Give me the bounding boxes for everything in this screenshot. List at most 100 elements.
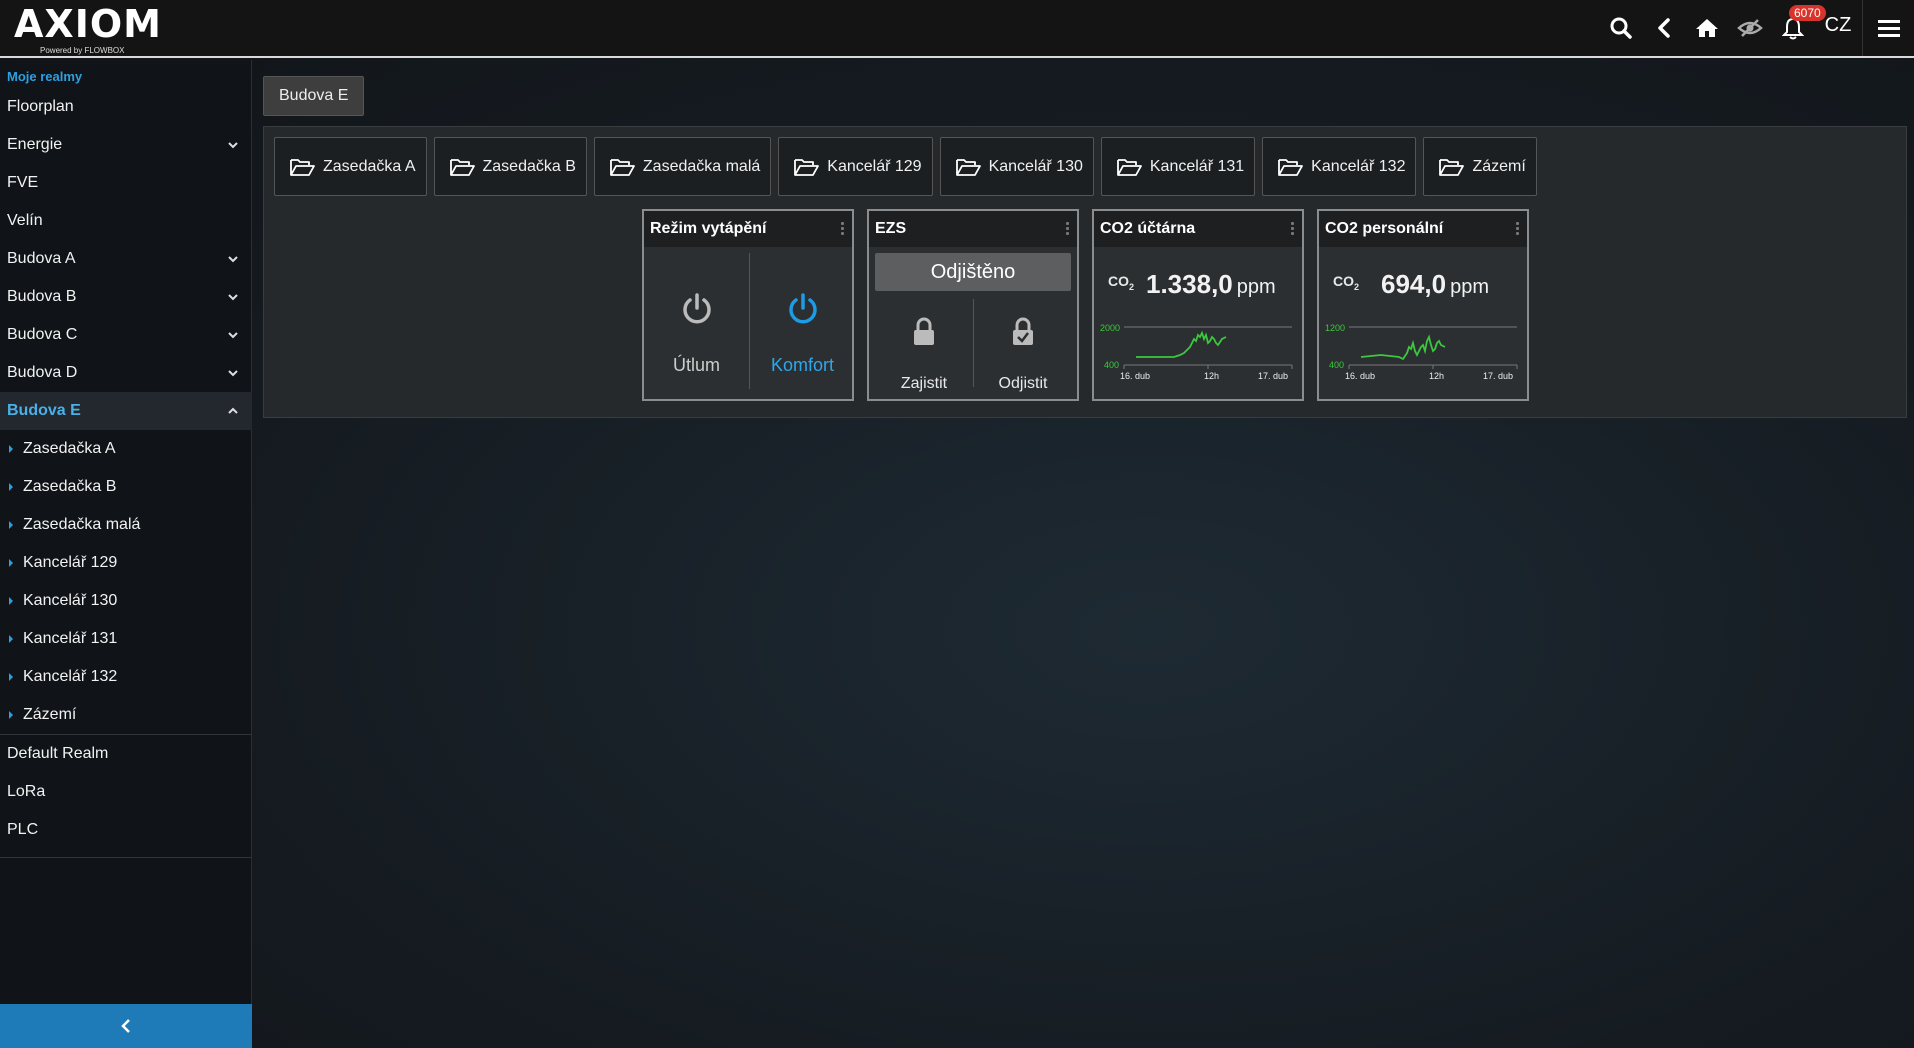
logo[interactable]: AXIOM Powered by FLOWBOX bbox=[14, 4, 164, 55]
sidebar-subitem[interactable]: Kancelář 130 bbox=[0, 582, 252, 620]
hamburger-menu-icon[interactable] bbox=[1862, 0, 1914, 56]
breadcrumb[interactable]: Budova E bbox=[263, 76, 365, 116]
sidebar-item-energie[interactable]: Energie bbox=[0, 126, 252, 164]
sidebar-item-budova-d[interactable]: Budova D bbox=[0, 354, 252, 392]
y-axis-min-label: 400 bbox=[1329, 360, 1344, 370]
unlock-button[interactable]: Odjistit bbox=[974, 301, 1072, 397]
heating-mode-widget: Režim vytápění Útlum Komfort bbox=[642, 209, 854, 401]
caret-right-icon bbox=[9, 711, 13, 719]
co2-value-number: 1.338,0 bbox=[1146, 269, 1233, 299]
folder-open-icon bbox=[1116, 158, 1142, 176]
notification-bell-icon[interactable]: 6070 bbox=[1771, 0, 1826, 56]
folder-open-icon bbox=[1278, 158, 1304, 176]
sidebar-item-label: FVE bbox=[7, 174, 39, 191]
co2-personnel-sparkline: 1200 400 16. dub 12h 17. dub bbox=[1325, 323, 1518, 381]
y-axis-min-label: 400 bbox=[1104, 360, 1119, 370]
power-icon bbox=[683, 293, 711, 324]
power-icon-active bbox=[789, 293, 817, 324]
co2-value: 1.338,0 ppm bbox=[1146, 269, 1276, 300]
folder-open-icon bbox=[794, 158, 820, 176]
caret-right-icon bbox=[9, 635, 13, 643]
eye-slash-icon[interactable] bbox=[1728, 0, 1771, 56]
back-chevron-icon[interactable] bbox=[1642, 0, 1685, 56]
tab-kancelar-132[interactable]: Kancelář 132 bbox=[1262, 137, 1417, 196]
tab-kancelar-129[interactable]: Kancelář 129 bbox=[778, 137, 933, 196]
kebab-menu-icon[interactable] bbox=[841, 222, 844, 237]
sidebar-collapse-button[interactable] bbox=[0, 1004, 252, 1048]
widget-grid: Režim vytápění Útlum Komfort EZS Odjiště… bbox=[642, 209, 1529, 401]
sidebar-item-label: Budova B bbox=[7, 288, 77, 305]
tab-zazemi[interactable]: Zázemí bbox=[1423, 137, 1537, 196]
sidebar-item-label: Floorplan bbox=[7, 98, 74, 115]
caret-right-icon bbox=[9, 445, 13, 453]
tab-zasedacka-mala[interactable]: Zasedačka malá bbox=[593, 137, 772, 196]
sidebar-subitem-label: Kancelář 129 bbox=[23, 554, 118, 571]
sidebar-item-fve[interactable]: FVE bbox=[0, 164, 252, 202]
co2-accounting-widget: CO2 účtárna CO2 1.338,0 ppm 2000 400 16. … bbox=[1092, 209, 1304, 401]
sidebar: Moje realmy Floorplan Energie FVE Velín … bbox=[0, 60, 252, 1048]
caret-right-icon bbox=[9, 597, 13, 605]
widget-title-text: EZS bbox=[875, 220, 907, 237]
x-axis-tick-label: 12h bbox=[1429, 371, 1444, 381]
tab-kancelar-130[interactable]: Kancelář 130 bbox=[939, 137, 1094, 196]
kebab-menu-icon[interactable] bbox=[1291, 222, 1294, 237]
sidebar-item-plc[interactable]: PLC bbox=[0, 811, 252, 849]
sidebar-subitem-label: Kancelář 131 bbox=[23, 630, 118, 647]
sidebar-subitem[interactable]: Zázemí bbox=[0, 696, 252, 734]
mode-komfort-button[interactable]: Komfort bbox=[750, 247, 855, 397]
folder-open-icon bbox=[609, 158, 635, 176]
co2-symbol-sub: 2 bbox=[1354, 281, 1360, 292]
widget-body: Odjištěno Zajistit Odjistit bbox=[869, 247, 1077, 399]
sidebar-subitem[interactable]: Kancelář 129 bbox=[0, 544, 252, 582]
chevron-down-icon bbox=[228, 126, 238, 164]
sidebar-subitem[interactable]: Zasedačka malá bbox=[0, 506, 252, 544]
sidebar-item-velin[interactable]: Velín bbox=[0, 202, 252, 240]
co2-symbol-text: CO bbox=[1108, 273, 1129, 289]
tab-label: Kancelář 130 bbox=[988, 157, 1083, 175]
widget-body: CO2 1.338,0 ppm 2000 400 16. dub 12h 17. … bbox=[1094, 247, 1302, 399]
sidebar-item-budova-c[interactable]: Budova C bbox=[0, 316, 252, 354]
sidebar-item-label: Energie bbox=[7, 136, 63, 153]
co2-accounting-sparkline: 2000 400 16. dub 12h 17. dub bbox=[1100, 323, 1293, 381]
sidebar-subitem[interactable]: Kancelář 131 bbox=[0, 620, 252, 658]
home-icon[interactable] bbox=[1685, 0, 1728, 56]
co2-value-number: 694,0 bbox=[1381, 269, 1447, 299]
tab-kancelar-131[interactable]: Kancelář 131 bbox=[1100, 137, 1256, 196]
sidebar-item-budova-a[interactable]: Budova A bbox=[0, 240, 252, 278]
widget-body: Útlum Komfort bbox=[644, 247, 852, 399]
widget-title: Režim vytápění bbox=[644, 211, 852, 247]
logo-powered-by: Powered by FLOWBOX bbox=[40, 46, 125, 55]
sidebar-item-budova-b[interactable]: Budova B bbox=[0, 278, 252, 316]
sidebar-subitem[interactable]: Zasedačka B bbox=[0, 468, 252, 506]
co2-symbol: CO2 bbox=[1108, 273, 1134, 292]
lock-button[interactable]: Zajistit bbox=[875, 301, 973, 397]
tab-zasedacka-b[interactable]: Zasedačka B bbox=[433, 137, 587, 196]
sidebar-item-default-realm[interactable]: Default Realm bbox=[0, 735, 252, 773]
sidebar-subitem-label: Kancelář 132 bbox=[23, 668, 118, 685]
kebab-menu-icon[interactable] bbox=[1516, 222, 1519, 237]
kebab-menu-icon[interactable] bbox=[1066, 222, 1069, 237]
folder-open-icon bbox=[955, 158, 981, 176]
co2-value: 694,0 ppm bbox=[1381, 269, 1489, 300]
sidebar-item-budova-e[interactable]: Budova E bbox=[0, 392, 252, 430]
y-axis-max-label: 1200 bbox=[1325, 323, 1345, 333]
content-panel: Zasedačka A Zasedačka B Zasedačka malá K… bbox=[263, 126, 1907, 418]
lock-label: Zajistit bbox=[900, 375, 948, 392]
sidebar-subitem[interactable]: Zasedačka A bbox=[0, 430, 252, 468]
y-axis-max-label: 2000 bbox=[1100, 323, 1120, 333]
co2-symbol-sub: 2 bbox=[1129, 281, 1135, 292]
sidebar-subitem[interactable]: Kancelář 132 bbox=[0, 658, 252, 696]
chevron-up-icon bbox=[228, 392, 238, 430]
sidebar-subitem-label: Zasedačka B bbox=[23, 478, 117, 495]
mode-utlum-button[interactable]: Útlum bbox=[644, 247, 749, 397]
tab-label: Kancelář 132 bbox=[1311, 157, 1406, 175]
tab-zasedacka-a[interactable]: Zasedačka A bbox=[274, 137, 427, 196]
co2-symbol-text: CO bbox=[1333, 273, 1354, 289]
sidebar-item-lora[interactable]: LoRa bbox=[0, 773, 252, 811]
co2-unit: ppm bbox=[1236, 276, 1276, 298]
folder-open-icon bbox=[290, 158, 315, 176]
top-toolbar: 6070 CZ bbox=[1599, 0, 1914, 56]
sidebar-item-floorplan[interactable]: Floorplan bbox=[0, 88, 252, 126]
search-icon[interactable] bbox=[1599, 0, 1642, 56]
sidebar-subitem-label: Zasedačka malá bbox=[23, 516, 141, 533]
